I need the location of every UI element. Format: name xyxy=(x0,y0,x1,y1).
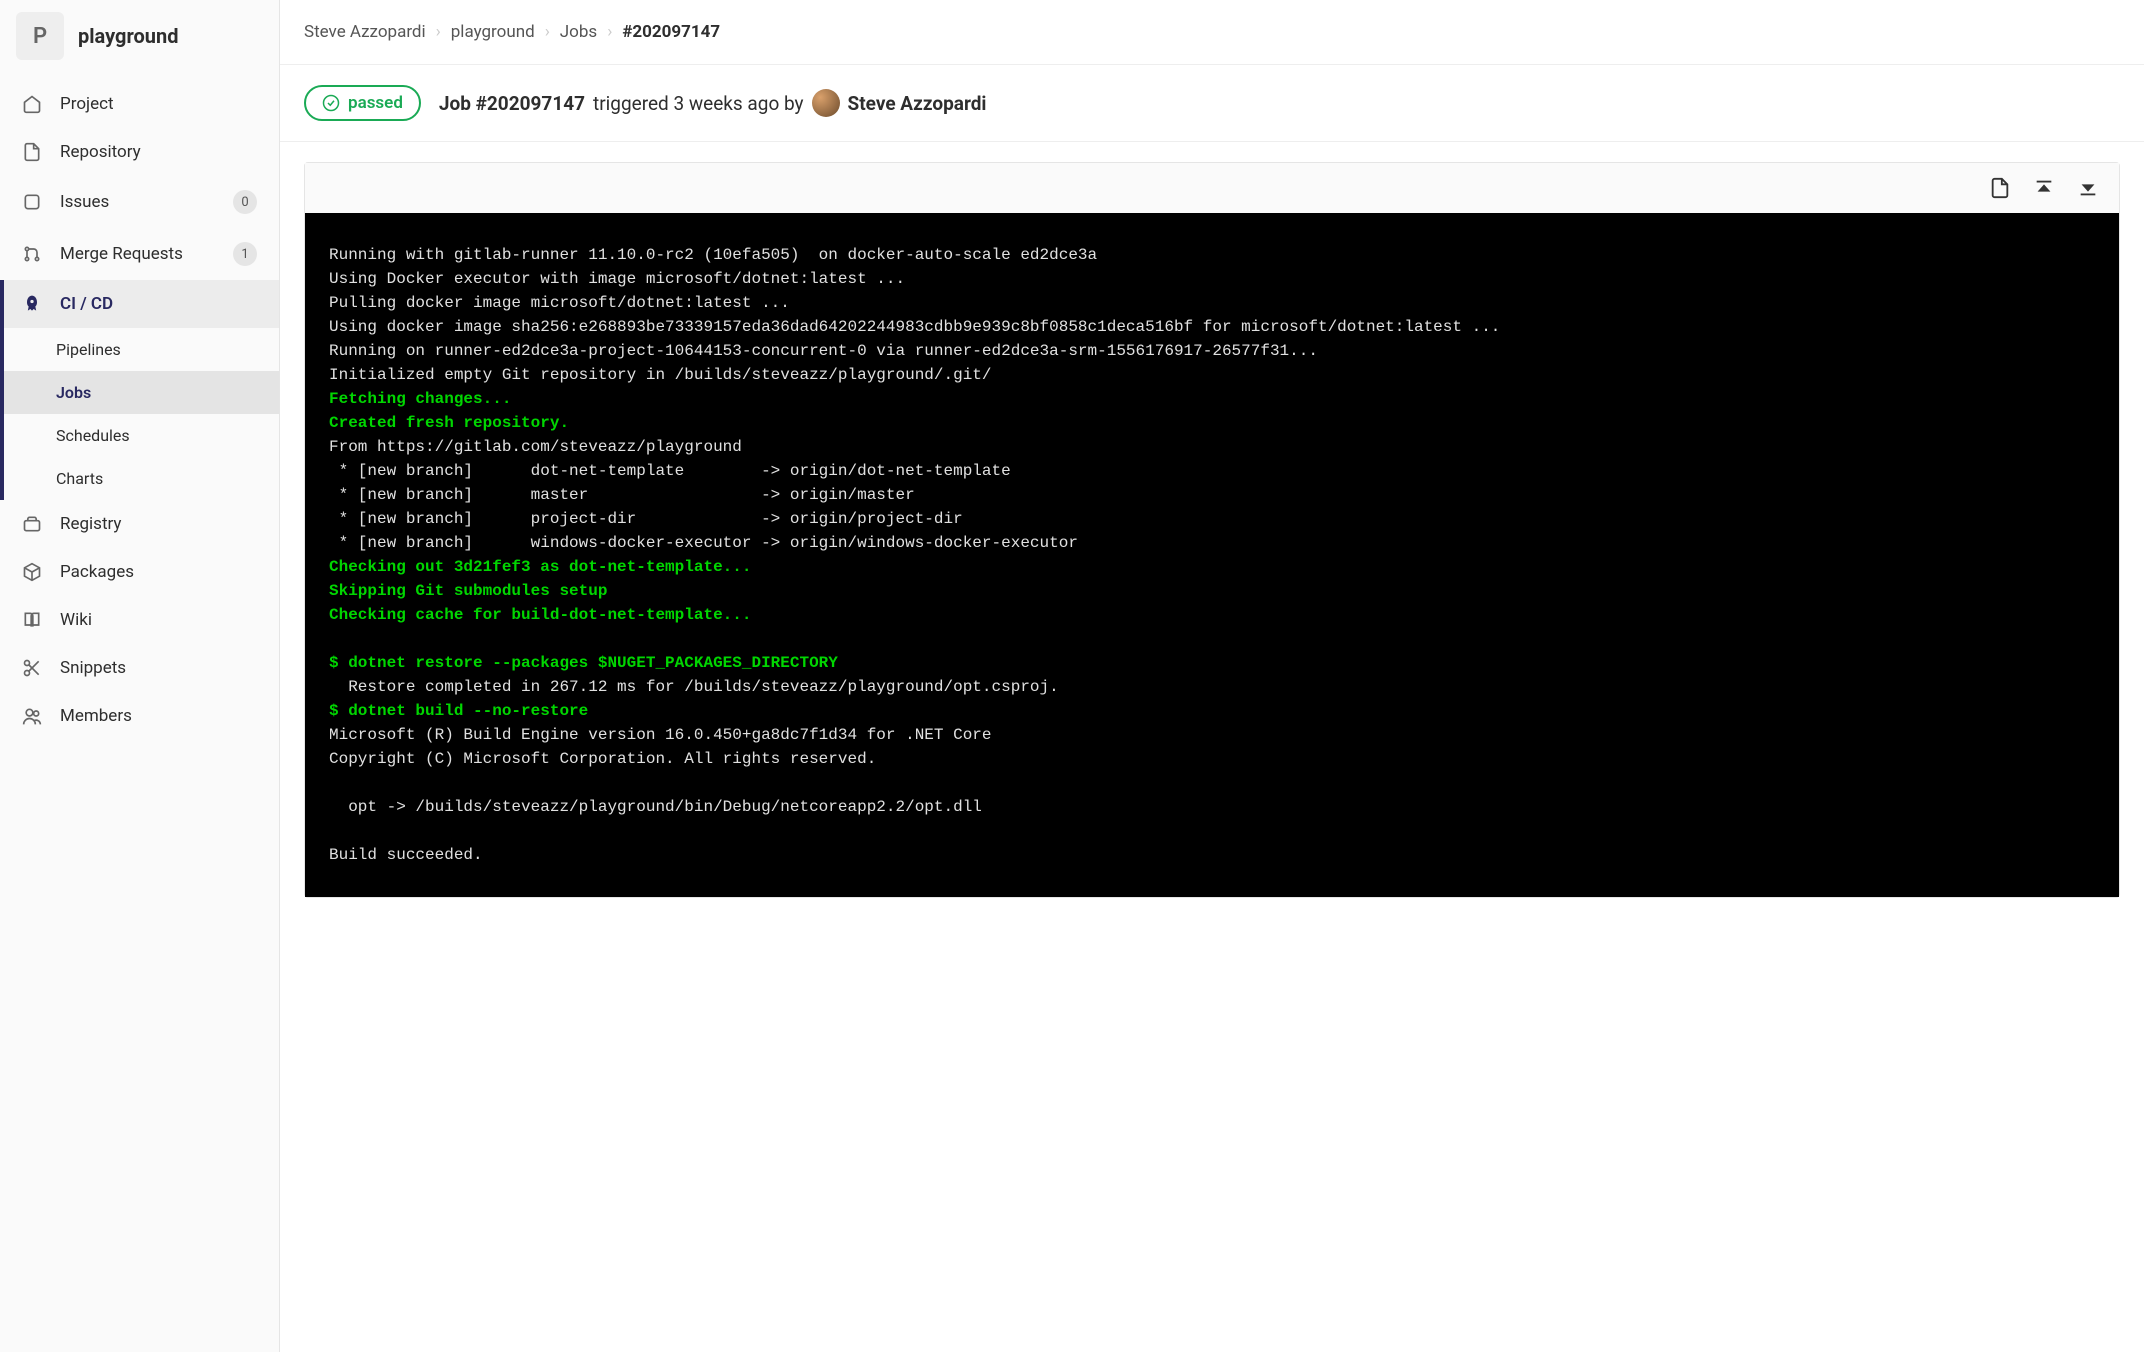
log-line: Using docker image sha256:e268893be73339… xyxy=(329,318,1500,336)
author-name[interactable]: Steve Azzopardi xyxy=(848,92,987,115)
status-badge: passed xyxy=(304,85,421,121)
log-line: * [new branch] windows-docker-executor -… xyxy=(329,534,1078,552)
badge-count: 1 xyxy=(233,242,257,266)
nav-label: Members xyxy=(60,706,257,726)
package-icon xyxy=(22,562,42,582)
breadcrumb-current: #202097147 xyxy=(622,22,720,42)
log-line: * [new branch] project-dir -> origin/pro… xyxy=(329,510,963,528)
sidebar: P playground Project Repository Issues 0… xyxy=(0,0,280,1352)
log-line: Build succeeded. xyxy=(329,846,483,864)
log-line: * [new branch] master -> origin/master xyxy=(329,486,915,504)
log-line: Pulling docker image microsoft/dotnet:la… xyxy=(329,294,790,312)
nav-label: Charts xyxy=(56,469,103,488)
nav-label: Issues xyxy=(60,192,215,212)
nav-label: Registry xyxy=(60,514,257,534)
breadcrumb: Steve Azzopardi › playground › Jobs › #2… xyxy=(280,0,2144,65)
project-avatar: P xyxy=(16,12,64,60)
sidebar-sub-jobs[interactable]: Jobs xyxy=(0,371,279,414)
merge-icon xyxy=(22,244,42,264)
home-icon xyxy=(22,94,42,114)
badge-count: 0 xyxy=(233,190,257,214)
nav-label: Project xyxy=(60,94,257,114)
breadcrumb-link[interactable]: Jobs xyxy=(560,22,597,42)
sidebar-item-issues[interactable]: Issues 0 xyxy=(0,176,279,228)
sidebar-item-merge-requests[interactable]: Merge Requests 1 xyxy=(0,228,279,280)
scroll-top-icon[interactable] xyxy=(2033,177,2055,199)
job-header: passed Job #202097147 triggered 3 weeks … xyxy=(280,65,2144,142)
nav-label: CI / CD xyxy=(60,294,257,314)
log-line: Checking cache for build-dot-net-templat… xyxy=(329,606,751,624)
sidebar-item-members[interactable]: Members xyxy=(0,692,279,740)
nav-label: Wiki xyxy=(60,610,257,630)
nav-label: Merge Requests xyxy=(60,244,215,264)
sidebar-sub-charts[interactable]: Charts xyxy=(0,457,279,500)
log-line: $ dotnet build --no-restore xyxy=(329,702,588,720)
log-line: Restore completed in 267.12 ms for /buil… xyxy=(329,678,1059,696)
sidebar-item-project[interactable]: Project xyxy=(0,80,279,128)
triggered-text: triggered 3 weeks ago by xyxy=(593,92,804,115)
log-line: Fetching changes... xyxy=(329,390,511,408)
nav-label: Repository xyxy=(60,142,257,162)
nav-label: Packages xyxy=(60,562,257,582)
sidebar-project-header[interactable]: P playground xyxy=(0,0,279,72)
scroll-bottom-icon[interactable] xyxy=(2077,177,2099,199)
members-icon xyxy=(22,706,42,726)
log-line: Initialized empty Git repository in /bui… xyxy=(329,366,992,384)
main-content: Steve Azzopardi › playground › Jobs › #2… xyxy=(280,0,2144,1352)
sidebar-item-wiki[interactable]: Wiki xyxy=(0,596,279,644)
status-text: passed xyxy=(348,93,403,113)
chevron-right-icon: › xyxy=(607,22,612,42)
log-line: * [new branch] dot-net-template -> origi… xyxy=(329,462,1011,480)
nav-label: Pipelines xyxy=(56,340,121,359)
raw-log-icon[interactable] xyxy=(1989,177,2011,199)
job-log[interactable]: Running with gitlab-runner 11.10.0-rc2 (… xyxy=(305,213,2119,897)
chevron-right-icon: › xyxy=(436,22,441,42)
log-line: Checking out 3d21fef3 as dot-net-templat… xyxy=(329,558,751,576)
log-line: opt -> /builds/steveazz/playground/bin/D… xyxy=(329,798,982,816)
sidebar-item-cicd[interactable]: CI / CD xyxy=(0,280,279,328)
registry-icon xyxy=(22,514,42,534)
log-line: Running with gitlab-runner 11.10.0-rc2 (… xyxy=(329,246,1097,264)
sidebar-item-packages[interactable]: Packages xyxy=(0,548,279,596)
nav-label: Jobs xyxy=(56,383,91,402)
project-name: playground xyxy=(78,24,178,48)
sidebar-item-snippets[interactable]: Snippets xyxy=(0,644,279,692)
breadcrumb-link[interactable]: Steve Azzopardi xyxy=(304,22,426,42)
book-icon xyxy=(22,610,42,630)
job-id: Job #202097147 xyxy=(439,92,585,115)
scissors-icon xyxy=(22,658,42,678)
check-circle-icon xyxy=(322,94,340,112)
log-line: Running on runner-ed2dce3a-project-10644… xyxy=(329,342,1318,360)
console-wrapper: Running with gitlab-runner 11.10.0-rc2 (… xyxy=(304,162,2120,898)
console-toolbar xyxy=(305,163,2119,213)
file-icon xyxy=(22,142,42,162)
job-title-line: Job #202097147 triggered 3 weeks ago by … xyxy=(439,89,987,117)
chevron-right-icon: › xyxy=(545,22,550,42)
rocket-icon xyxy=(22,294,42,314)
avatar[interactable] xyxy=(812,89,840,117)
nav-label: Snippets xyxy=(60,658,257,678)
sidebar-item-registry[interactable]: Registry xyxy=(0,500,279,548)
log-line: Skipping Git submodules setup xyxy=(329,582,607,600)
log-line: From https://gitlab.com/steveazz/playgro… xyxy=(329,438,742,456)
breadcrumb-link[interactable]: playground xyxy=(451,22,535,42)
log-line: Microsoft (R) Build Engine version 16.0.… xyxy=(329,726,992,744)
sidebar-sub-schedules[interactable]: Schedules xyxy=(0,414,279,457)
issues-icon xyxy=(22,192,42,212)
sidebar-sub-pipelines[interactable]: Pipelines xyxy=(0,328,279,371)
log-line: $ dotnet restore --packages $NUGET_PACKA… xyxy=(329,654,838,672)
log-line: Created fresh repository. xyxy=(329,414,569,432)
log-line: Using Docker executor with image microso… xyxy=(329,270,905,288)
nav-label: Schedules xyxy=(56,426,130,445)
sidebar-item-repository[interactable]: Repository xyxy=(0,128,279,176)
log-line: Copyright (C) Microsoft Corporation. All… xyxy=(329,750,876,768)
